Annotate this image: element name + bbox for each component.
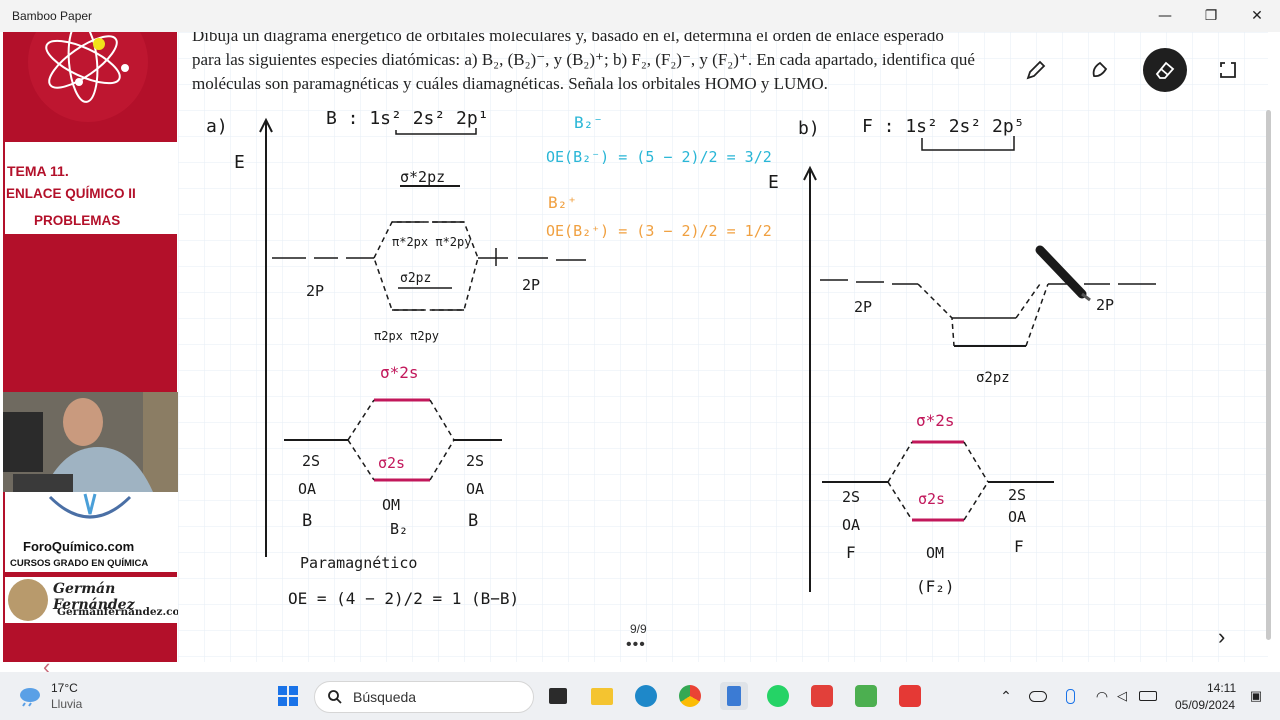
energy-axis-label-a: E [234,152,245,173]
sigma-2pz-label: σ2pz [400,271,431,286]
minimize-button[interactable]: — [1142,0,1188,32]
weather-description[interactable]: Lluvia [51,697,82,711]
file-explorer-icon[interactable] [588,682,616,710]
eraser-tool-icon[interactable] [1143,48,1187,92]
label-oa-right: OA [466,480,484,498]
maximize-button[interactable]: ❐ [1188,0,1234,32]
b2-plus-label: B₂⁺ [548,193,577,212]
pi-star-label: π*2px π*2py [392,235,471,249]
show-hidden-icons-icon[interactable]: ⌃ [992,682,1020,710]
clock-date[interactable]: 05/09/2024 [1175,698,1235,712]
weather-cloud-icon[interactable] [16,682,44,710]
part-b-label: b) [798,118,820,139]
part-a-label: a) [206,116,228,137]
microphone-icon[interactable] [1056,682,1084,710]
sigma-2pz-star-label: σ*2pz [400,168,445,186]
weather-temperature[interactable]: 17°C [51,681,78,695]
b2-minus-label: B₂⁻ [574,113,603,132]
label-2s-f-right: 2S [1008,486,1026,504]
bond-order-b2-plus: OE(B₂⁺) = (3 − 2)/2 = 1/2 [546,222,772,240]
label-2p-f-right: 2P [1096,296,1114,314]
app-title: Bamboo Paper [12,9,93,23]
battery-icon[interactable] [1134,682,1162,710]
label-oa-f-right: OA [1008,508,1026,526]
sigma-2s-star-label: σ*2s [380,363,419,382]
topic-title: TEMA 11. [7,163,69,179]
presentation-app-icon[interactable] [808,682,836,710]
label-oa-f-left: OA [842,516,860,534]
topic-problems-label: PROBLEMAS [34,213,121,228]
chrome-browser-icon[interactable] [676,682,704,710]
course-sidebar: TEMA 11. ENLACE QUÍMICO II PROBLEMAS For… [3,32,191,679]
bamboo-paper-app-icon[interactable] [720,682,748,710]
edge-browser-icon[interactable] [632,682,660,710]
foroquimico-card: ForoQuímico.com CURSOS GRADO EN QUÍMICA [5,492,177,572]
sigma-2s-star-label-f: σ*2s [916,411,955,430]
bond-order-b2: OE = (4 − 2)/2 = 1 (B−B) [288,589,519,608]
label-om-b: OM [926,544,944,562]
task-view-icon[interactable] [544,682,572,710]
pen-tool-icon[interactable] [1022,56,1050,84]
windows-start-icon[interactable] [274,682,302,710]
page-indicator: 9/9 [630,622,647,636]
foroquimico-subtitle: CURSOS GRADO EN QUÍMICA [10,558,149,569]
webcam-video [3,392,179,492]
notebook-page[interactable]: Dibuja un diagrama energético de orbital… [178,32,1268,662]
onedrive-cloud-icon[interactable] [1024,682,1052,710]
label-2p-f-left: 2P [854,298,872,316]
label-oa-left: OA [298,480,316,498]
close-button[interactable]: ✕ [1234,0,1280,32]
sigma-2s-label: σ2s [378,454,405,472]
fluorine-configuration: F : 1s² 2s² 2p⁵ [862,116,1025,137]
paramagnetic-label: Paramagnético [300,554,417,572]
label-f2: (F₂) [916,577,955,596]
sigma-2pz-label-f: σ2pz [976,370,1010,386]
label-b-left: B [302,511,312,531]
energy-axis-label-b: E [768,172,779,193]
highlighter-tool-icon[interactable] [1086,56,1114,84]
windows-taskbar: 17°C Lluvia Búsqueda ⌃ ◠ ◁ 14:11 05/09/2… [0,672,1280,720]
label-2s-left: 2S [302,452,320,470]
title-bar: Bamboo Paper — ❐ ✕ [0,0,1280,32]
topic-subtitle: ENLACE QUÍMICO II [6,186,136,201]
label-f-left: F [846,543,856,562]
vertical-scrollbar[interactable] [1266,110,1271,640]
sigma-2s-label-f: σ2s [918,490,945,508]
volume-icon[interactable]: ◁ [1108,682,1136,710]
more-options-button[interactable]: ••• [626,636,646,654]
label-b2: B₂ [390,520,408,538]
pi-label: π2px π2py [374,329,439,343]
handwritten-diagram: a) B : 1s² 2s² 2p¹ E 2P 2P σ*2pz π*2px π… [206,108,1156,608]
atom-logo-icon [28,32,148,122]
author-card: Germán Fernández Germánfernandez.com [5,577,191,623]
search-icon [328,690,342,704]
label-f-right: F [1014,537,1024,556]
label-2s-f-left: 2S [842,488,860,506]
clock-time[interactable]: 14:11 [1207,681,1236,695]
bond-order-b2-minus: OE(B₂⁻) = (5 − 2)/2 = 3/2 [546,148,772,166]
taskbar-search[interactable]: Búsqueda [314,681,534,713]
search-placeholder: Búsqueda [353,689,417,705]
label-2p-right: 2P [522,276,540,294]
notifications-icon[interactable]: ▣ [1242,682,1270,710]
boron-configuration: B : 1s² 2s² 2p¹ [326,108,489,129]
document-app-icon[interactable] [896,682,924,710]
selection-tool-icon[interactable] [1214,56,1242,84]
spreadsheet-app-icon[interactable] [852,682,880,710]
label-2s-right: 2S [466,452,484,470]
author-site: Germánfernandez.com [57,606,191,618]
label-2p-left: 2P [306,282,324,300]
foroquimico-name: ForoQuímico.com [23,539,135,554]
author-photo [8,579,48,621]
label-om-a: OM [382,496,400,514]
label-b-right: B [468,511,478,531]
next-page-button[interactable]: › [1218,624,1225,650]
foroquimico-logo-icon [48,493,132,519]
whatsapp-icon[interactable] [764,682,792,710]
topic-card: TEMA 11. ENLACE QUÍMICO II PROBLEMAS [5,142,177,234]
